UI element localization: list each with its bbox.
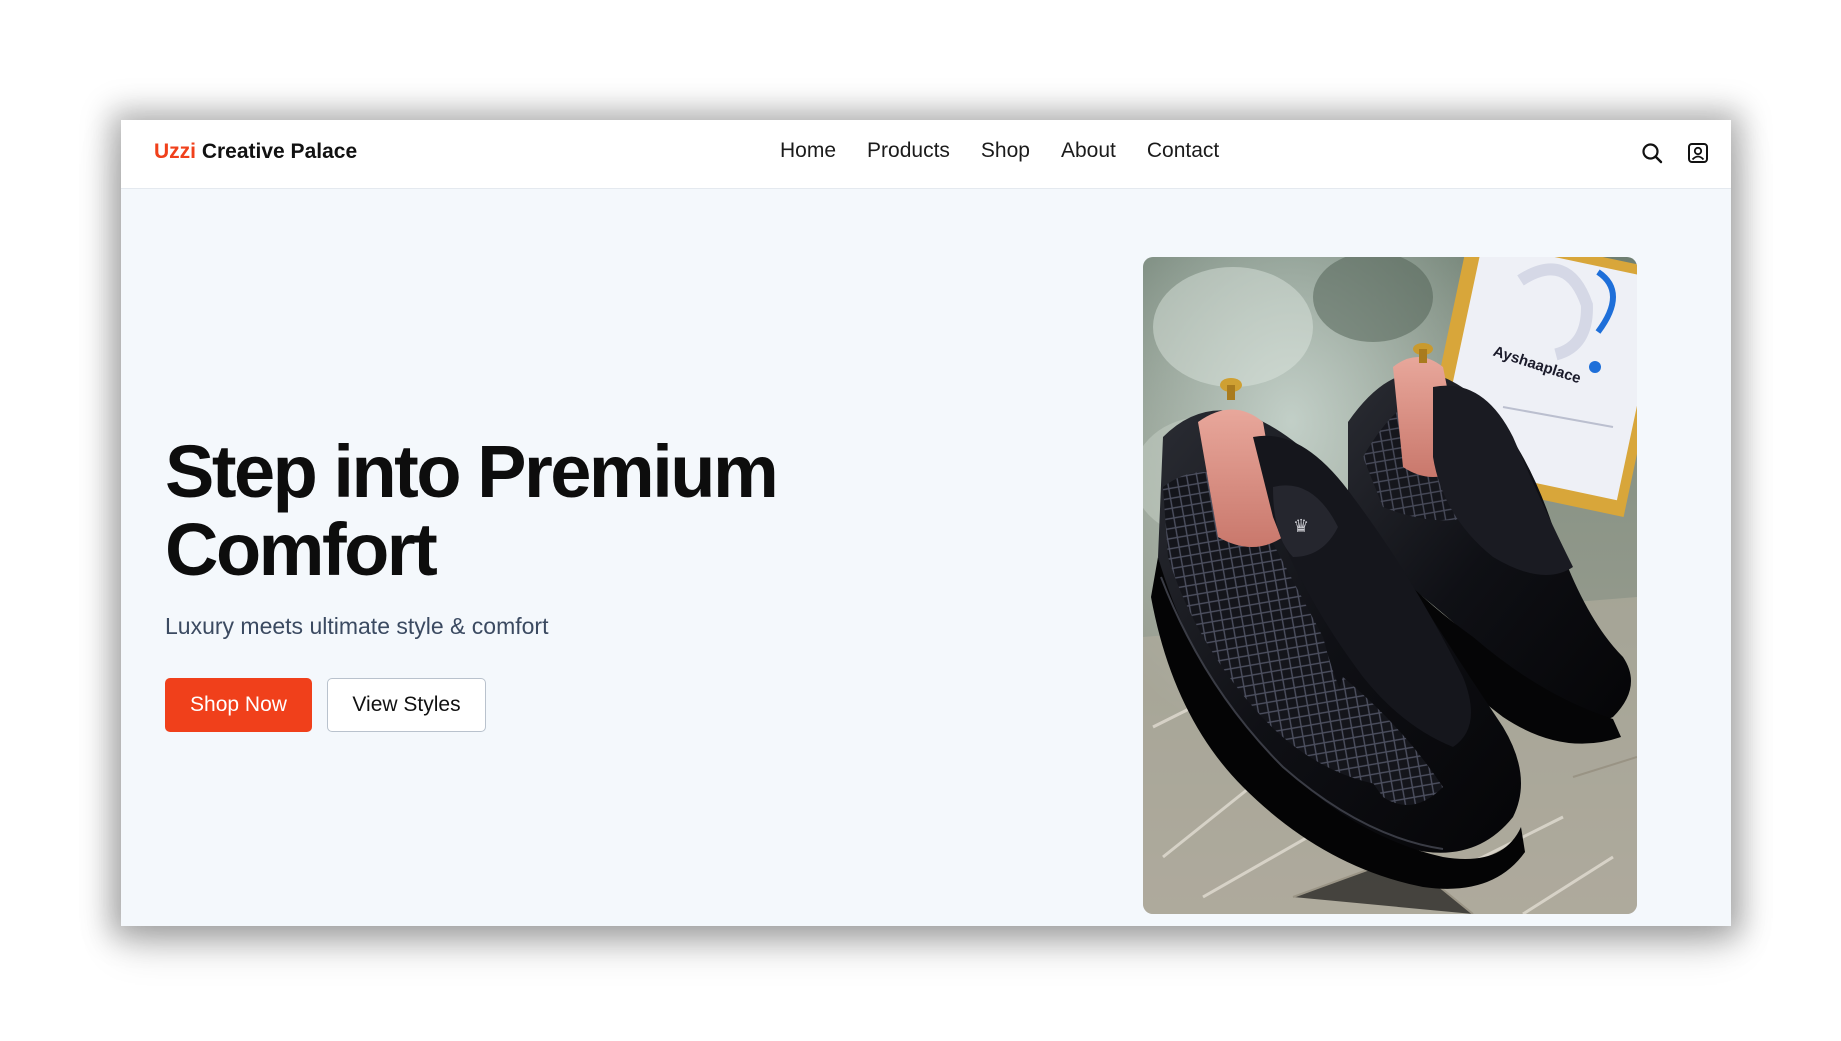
- page: Uzzi Creative Palace Home Products Shop …: [0, 0, 1841, 1041]
- hero-product-image: Ayshaaplace ♛: [1143, 257, 1637, 914]
- header-actions: [1639, 140, 1711, 166]
- view-styles-button[interactable]: View Styles: [327, 678, 486, 732]
- nav-home[interactable]: Home: [780, 139, 836, 163]
- account-icon[interactable]: [1685, 140, 1711, 166]
- hero-subtitle: Luxury meets ultimate style & comfort: [165, 613, 549, 639]
- logo-text: Creative Palace: [201, 140, 358, 163]
- hero-title-line2: Comfort: [165, 508, 438, 591]
- shop-now-button[interactable]: Shop Now: [165, 678, 312, 732]
- hero-title-line1: Step into Premium: [165, 430, 779, 513]
- nav-about[interactable]: About: [1061, 139, 1116, 163]
- main-nav: Home Products Shop About Contact: [780, 139, 1250, 163]
- site-logo[interactable]: Uzzi Creative Palace: [154, 140, 357, 164]
- nav-contact[interactable]: Contact: [1147, 139, 1219, 163]
- nav-products[interactable]: Products: [867, 139, 950, 163]
- navbar: Uzzi Creative Palace Home Products Shop …: [121, 120, 1731, 189]
- shoe-emblem-icon: ♛: [1293, 516, 1309, 536]
- hero-title: Step into Premium Comfort: [165, 433, 925, 589]
- browser-viewport: Uzzi Creative Palace Home Products Shop …: [121, 120, 1731, 926]
- nav-shop[interactable]: Shop: [981, 139, 1030, 163]
- logo-accent: Uzzi: [154, 140, 196, 163]
- search-icon[interactable]: [1639, 140, 1665, 166]
